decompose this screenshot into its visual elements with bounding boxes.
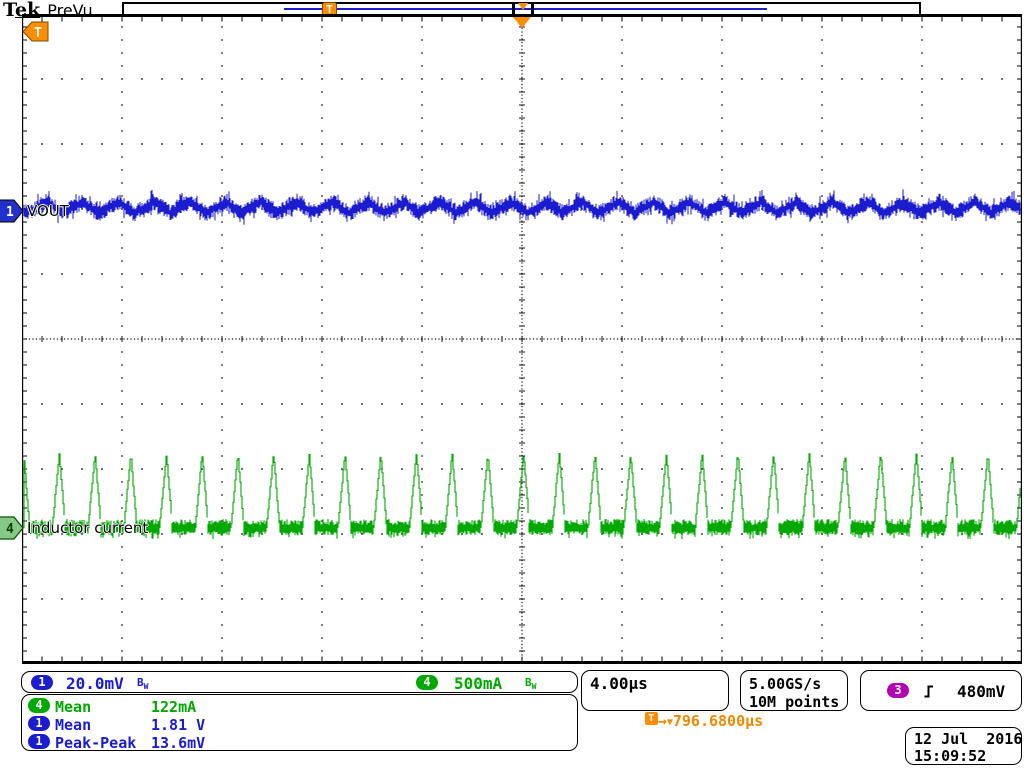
ch4-marker-number: 4 xyxy=(6,522,14,537)
meas1-value: 122mA xyxy=(151,698,196,716)
oscilloscope-screen: TekPreVu T T 1 VOUT 4 Inductor current 1… xyxy=(0,0,1024,768)
meas3-channel-badge: 1 xyxy=(28,734,50,749)
date-readout: 12 Jul 2016 xyxy=(914,730,1022,748)
ch1-waveform xyxy=(24,189,1020,224)
trigger-source-badge: 3 xyxy=(887,683,909,698)
record-length-readout: 10M points xyxy=(749,693,839,711)
measurements-box: 4 Mean 122mA 1 Mean 1.81 V 1 Peak-Peak 1… xyxy=(21,694,578,751)
ch1-marker-number: 1 xyxy=(6,205,14,220)
time-readout: 15:09:52 xyxy=(914,747,986,765)
ch4-trace-label: Inductor current xyxy=(27,519,148,537)
ch4-bandwidth-icon: BW xyxy=(525,676,536,691)
meas3-name: Peak-Peak xyxy=(55,734,136,752)
trigger-position-readout: T→▼796.6800µs xyxy=(587,692,763,749)
ch1-bandwidth-icon: BW xyxy=(137,676,148,691)
graticule xyxy=(22,14,1023,665)
ch1-scale-readout: 20.0mV xyxy=(66,674,124,693)
rising-edge-icon xyxy=(923,684,936,699)
trigger-position-value: 796.6800µs xyxy=(673,712,763,730)
meas2-value: 1.81 V xyxy=(151,716,205,734)
timebase-box[interactable]: 4.00µs T→▼796.6800µs xyxy=(581,670,729,711)
trigger-t-icon: T xyxy=(645,712,658,725)
trigger-marker-label: T xyxy=(34,26,42,41)
acquisition-box[interactable]: 5.00GS/s 10M points xyxy=(740,670,848,711)
sample-rate-readout: 5.00GS/s xyxy=(749,675,821,693)
arrow-right-icon: → xyxy=(658,712,667,730)
meas2-name: Mean xyxy=(55,716,91,734)
trigger-position-icon[interactable] xyxy=(513,17,531,28)
ch4-scale-readout: 500mA xyxy=(454,674,502,693)
ch4-badge[interactable]: 4 xyxy=(416,675,438,690)
vertical-scale-box[interactable]: 1 20.0mV BW 4 500mA BW xyxy=(21,671,578,693)
trigger-level-readout: 480mV xyxy=(957,682,1005,701)
meas2-channel-badge: 1 xyxy=(28,716,50,731)
meas1-channel-badge: 4 xyxy=(28,698,50,713)
trigger-level-marker[interactable]: T xyxy=(22,20,49,44)
ch1-trace-label: VOUT xyxy=(27,202,69,220)
ch1-badge[interactable]: 1 xyxy=(31,675,53,690)
timebase-scale-readout: 4.00µs xyxy=(590,674,648,693)
trigger-box[interactable]: 3 480mV xyxy=(860,670,1022,711)
ch4-ground-marker[interactable]: 4 xyxy=(0,515,25,541)
window-triangle-icon xyxy=(518,3,528,10)
ch1-ground-marker[interactable]: 1 xyxy=(0,198,25,224)
meas3-value: 13.6mV xyxy=(151,734,205,752)
meas1-name: Mean xyxy=(55,698,91,716)
datetime-box: 12 Jul 2016 15:09:52 xyxy=(905,727,1022,765)
